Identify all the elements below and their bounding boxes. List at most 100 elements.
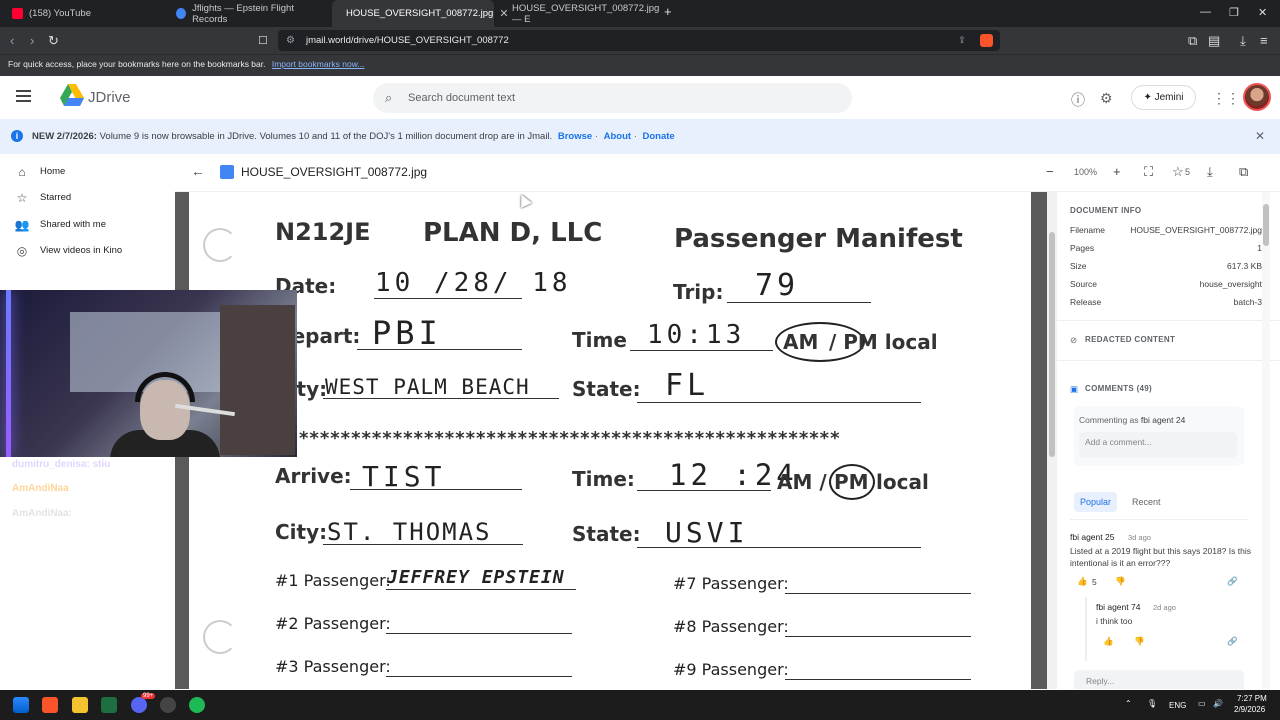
browse-link[interactable]: Browse	[558, 131, 592, 142]
zoom-in-icon[interactable]: +	[1113, 164, 1121, 179]
zoom-level: 100%	[1074, 167, 1098, 177]
thumbs-up-icon[interactable]: 👍	[1077, 576, 1088, 587]
minimize-icon[interactable]: —	[1200, 6, 1211, 18]
import-bookmarks-link[interactable]: Import bookmarks now...	[272, 59, 365, 69]
about-link[interactable]: About	[604, 131, 631, 142]
excel-icon[interactable]	[101, 697, 117, 713]
scrollbar-thumb[interactable]	[1049, 232, 1055, 457]
rule	[323, 398, 559, 399]
main-menu-icon[interactable]	[16, 90, 31, 102]
sidebar-toggle-icon[interactable]: ▤	[1208, 33, 1220, 49]
thumbs-down-icon[interactable]: 👎	[1134, 636, 1145, 647]
manifest-page: N212JE PLAN D, LLC Passenger Manifest Da…	[189, 192, 1031, 689]
brave-icon[interactable]	[42, 697, 58, 713]
download-icon[interactable]: ⤓	[1240, 33, 1246, 49]
banner-text: Volume 9 is now browsable in JDrive. Vol…	[96, 131, 553, 142]
tab-active-document[interactable]: HOUSE_OVERSIGHT_008772.jpg ✕	[332, 0, 509, 27]
back-icon[interactable]: ‹	[10, 33, 14, 48]
close-banner-icon[interactable]: ✕	[1255, 119, 1265, 154]
comment-text: i think too	[1096, 616, 1133, 626]
sidebar-item-home[interactable]: ⌂ Home	[0, 159, 170, 185]
arrive-time-label: Time:	[572, 467, 635, 491]
link-icon[interactable]: 🔗	[1227, 636, 1238, 647]
viewer-header: ← HOUSE_OVERSIGHT_008772.jpg − 100% + ⛶ …	[175, 154, 1280, 192]
reply-thread-line	[1085, 597, 1087, 661]
info-icon: i	[11, 130, 23, 142]
search-input[interactable]: ⌕ Search document text	[373, 83, 852, 113]
depart-value: PBI	[372, 314, 442, 352]
passenger-8-label: #8 Passenger:	[673, 617, 789, 636]
brave-shield-icon[interactable]	[980, 34, 993, 47]
apps-grid-icon[interactable]: ⋮⋮	[1212, 90, 1240, 107]
open-external-icon[interactable]: ⧉	[1239, 164, 1248, 180]
link-icon[interactable]: 🔗	[1227, 576, 1238, 587]
comment-input[interactable]: Add a comment...	[1079, 432, 1237, 458]
clock-time[interactable]: 7:27 PM	[1237, 694, 1267, 703]
microphone-icon[interactable]: 🎙	[1147, 699, 1157, 708]
fit-screen-icon[interactable]: ⛶	[1144, 164, 1153, 180]
comment-author[interactable]: fbi agent 74	[1096, 602, 1140, 612]
chat-line: AmAndiNaa:	[12, 508, 73, 519]
tab-popular[interactable]: Popular	[1074, 492, 1118, 512]
donate-link[interactable]: Donate	[643, 131, 675, 142]
sidebar-item-kino[interactable]: ◎ View videos in Kino	[0, 238, 170, 264]
url-field[interactable]: ⚙ jmail.world/drive/HOUSE_OVERSIGHT_0087…	[278, 30, 1000, 51]
share-icon[interactable]: ⇪	[958, 30, 966, 51]
clock-date[interactable]: 2/9/2026	[1234, 705, 1265, 714]
new-tab-icon[interactable]: +	[664, 4, 672, 19]
restore-icon[interactable]: ❐	[1229, 6, 1239, 19]
discord-icon[interactable]	[131, 697, 147, 713]
globe-icon: ◎	[16, 244, 28, 258]
forward-icon[interactable]: ›	[30, 33, 34, 48]
reload-icon[interactable]: ↻	[48, 33, 59, 49]
reply-input[interactable]: Reply...	[1074, 670, 1244, 689]
zoom-out-icon[interactable]: −	[1046, 164, 1054, 179]
language-indicator[interactable]: ENG	[1169, 701, 1186, 710]
spotify-icon[interactable]	[189, 697, 205, 713]
people-icon: 👥	[14, 218, 30, 232]
tray-chevron-icon[interactable]: ⌃	[1125, 699, 1132, 708]
redacted-heading[interactable]: REDACTED CONTENT	[1085, 335, 1175, 344]
jemini-button[interactable]: ✦ Jemini	[1131, 85, 1196, 110]
file-explorer-icon[interactable]	[72, 697, 88, 713]
banner-date: NEW 2/7/2026:	[32, 131, 97, 142]
settings-gear-icon[interactable]: ⚙	[1100, 90, 1113, 107]
thumbs-up-icon[interactable]: 👍	[1103, 636, 1114, 647]
document-scrollbar[interactable]	[1047, 192, 1057, 689]
trip-value: 79	[755, 268, 800, 303]
sidebar-item-shared[interactable]: 👥 Shared with me	[0, 212, 170, 238]
passenger-1-name: JEFFREY EPSTEIN	[387, 567, 565, 588]
volume-icon[interactable]: 🔊	[1213, 699, 1223, 708]
doc-info-heading: DOCUMENT INFO	[1070, 206, 1142, 215]
tab-jflights[interactable]: Jflights — Epstein Flight Records	[168, 0, 328, 27]
scrollbar-thumb[interactable]	[1263, 204, 1269, 246]
back-arrow-icon[interactable]: ←	[191, 163, 205, 179]
panel-scrollbar[interactable]	[1262, 192, 1270, 689]
avatar[interactable]	[1243, 83, 1271, 111]
thumbs-down-icon[interactable]: 👎	[1115, 576, 1126, 587]
rule	[637, 547, 921, 548]
obs-icon[interactable]	[160, 697, 176, 713]
download-file-icon[interactable]: ⤓	[1207, 164, 1213, 180]
info-label: Size	[1070, 261, 1087, 271]
close-window-icon[interactable]: ✕	[1258, 6, 1267, 19]
comment-author[interactable]: fbi agent 25	[1070, 532, 1114, 542]
comment-age: 2d ago	[1153, 603, 1176, 612]
star-toggle-icon[interactable]: ☆	[1172, 164, 1184, 180]
extensions-icon[interactable]: ⧉	[1188, 33, 1197, 49]
tab-document-2[interactable]: HOUSE_OVERSIGHT_008772.jpg — E	[498, 0, 659, 27]
tab-recent[interactable]: Recent	[1126, 492, 1167, 512]
bookmark-icon[interactable]: ☐	[258, 34, 268, 47]
network-icon[interactable]: ▭	[1198, 699, 1206, 708]
site-info-icon[interactable]: ⚙	[286, 30, 295, 51]
chat-line: AmAndiNaa	[12, 483, 69, 494]
sidebar-item-starred[interactable]: ☆ Starred	[0, 185, 170, 211]
tab-youtube[interactable]: (158) YouTube	[4, 0, 164, 27]
passenger-9-label: #9 Passenger:	[673, 660, 789, 679]
menu-icon[interactable]: ≡	[1260, 33, 1268, 48]
hole-punch	[203, 620, 237, 654]
help-icon[interactable]: ⓘ	[1071, 90, 1085, 110]
windows-start-icon[interactable]	[13, 697, 29, 713]
jflights-icon	[176, 8, 187, 19]
passenger-3-label: #3 Passenger:	[275, 657, 391, 676]
